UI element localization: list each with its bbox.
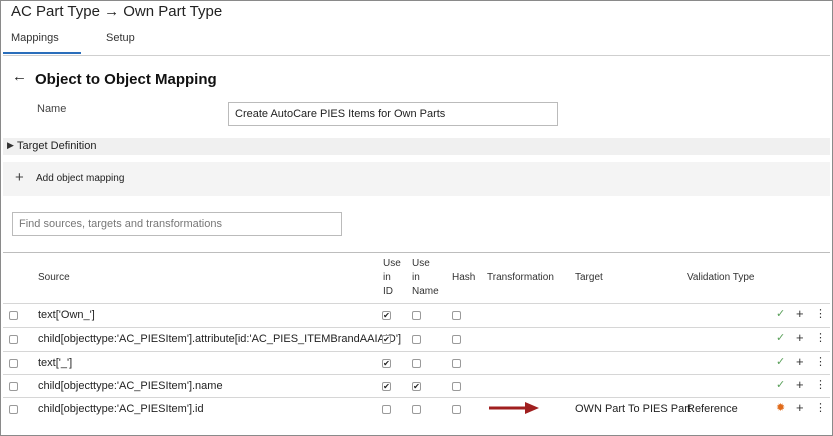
target-definition-toggle[interactable]: ▶ Target Definition bbox=[3, 138, 830, 155]
add-row-icon[interactable]: + bbox=[796, 306, 804, 321]
add-row-icon[interactable]: + bbox=[796, 400, 804, 415]
header-source: Source bbox=[38, 272, 70, 283]
table-row[interactable]: text['_'] ✔ ✓ + ⋮ bbox=[3, 351, 830, 374]
table-row[interactable]: child[objecttype:'AC_PIESItem'].attribut… bbox=[3, 327, 830, 350]
row-source: text['_'] bbox=[38, 357, 73, 369]
search-input[interactable] bbox=[12, 212, 342, 236]
back-arrow-icon[interactable]: ← bbox=[12, 68, 27, 85]
check-icon[interactable]: ✓ bbox=[776, 331, 785, 344]
use-in-id-checkbox[interactable]: ✔ bbox=[382, 359, 391, 368]
more-options-icon[interactable]: ⋮ bbox=[815, 401, 826, 414]
row-source: text['Own_'] bbox=[38, 309, 95, 321]
row-validation-type: Reference bbox=[687, 403, 738, 415]
table-row[interactable]: child[objecttype:'AC_PIESItem'].id OWN Pa… bbox=[3, 397, 830, 420]
use-in-name-checkbox[interactable]: ✔ bbox=[412, 382, 421, 391]
table-row[interactable]: text['Own_'] ✔ ✓ + ⋮ bbox=[3, 303, 830, 326]
row-select-checkbox[interactable] bbox=[9, 359, 18, 368]
use-in-id-checkbox[interactable]: ✔ bbox=[382, 335, 391, 344]
table-top-border bbox=[3, 252, 830, 253]
warning-icon[interactable]: ✹ bbox=[776, 401, 785, 414]
use-in-id-checkbox[interactable]: ✔ bbox=[382, 382, 391, 391]
row-source: child[objecttype:'AC_PIESItem'].name bbox=[38, 380, 223, 392]
row-select-checkbox[interactable] bbox=[9, 382, 18, 391]
hash-checkbox[interactable] bbox=[452, 405, 461, 414]
row-select-checkbox[interactable] bbox=[9, 405, 18, 414]
more-options-icon[interactable]: ⋮ bbox=[815, 307, 826, 320]
hash-checkbox[interactable] bbox=[452, 311, 461, 320]
target-definition-label: Target Definition bbox=[17, 140, 97, 152]
use-in-name-checkbox[interactable] bbox=[412, 405, 421, 414]
header-validation-type: Validation Type bbox=[687, 272, 755, 283]
add-object-mapping-label: Add object mapping bbox=[36, 173, 125, 184]
active-tab-indicator bbox=[3, 52, 81, 54]
check-icon[interactable]: ✓ bbox=[776, 307, 785, 320]
row-source: child[objecttype:'AC_PIESItem'].id bbox=[38, 403, 204, 415]
table-row[interactable]: child[objecttype:'AC_PIESItem'].name ✔ ✔ ✓ +… bbox=[3, 374, 830, 397]
hash-checkbox[interactable] bbox=[452, 335, 461, 344]
hash-checkbox[interactable] bbox=[452, 359, 461, 368]
tab-divider bbox=[3, 55, 830, 56]
tab-setup[interactable]: Setup bbox=[106, 32, 135, 44]
name-label: Name bbox=[37, 103, 67, 115]
hash-checkbox[interactable] bbox=[452, 382, 461, 391]
row-select-checkbox[interactable] bbox=[9, 311, 18, 320]
header-target: Target bbox=[575, 272, 603, 283]
more-options-icon[interactable]: ⋮ bbox=[815, 331, 826, 344]
row-target: OWN Part To PIES Part bbox=[575, 403, 691, 415]
tab-mappings[interactable]: Mappings bbox=[11, 32, 59, 44]
add-row-icon[interactable]: + bbox=[796, 330, 804, 345]
header-use-in-name: Use in Name bbox=[412, 258, 439, 297]
row-select-checkbox[interactable] bbox=[9, 335, 18, 344]
expand-triangle-icon: ▶ bbox=[7, 140, 14, 150]
more-options-icon[interactable]: ⋮ bbox=[815, 378, 826, 391]
use-in-name-checkbox[interactable] bbox=[412, 311, 421, 320]
use-in-name-checkbox[interactable] bbox=[412, 359, 421, 368]
check-icon[interactable]: ✓ bbox=[776, 378, 785, 391]
plus-icon: + bbox=[15, 169, 24, 186]
check-icon[interactable]: ✓ bbox=[776, 355, 785, 368]
page-header-title: AC Part Type → Own Part Type bbox=[11, 3, 223, 20]
transformation-arrow-icon bbox=[489, 402, 539, 414]
header-use-in-id: Use in ID bbox=[383, 258, 401, 297]
use-in-name-checkbox[interactable] bbox=[412, 335, 421, 344]
add-row-icon[interactable]: + bbox=[796, 377, 804, 392]
header-transformation: Transformation bbox=[487, 272, 554, 283]
name-field[interactable]: Create AutoCare PIES Items for Own Parts bbox=[228, 102, 558, 126]
more-options-icon[interactable]: ⋮ bbox=[815, 355, 826, 368]
use-in-id-checkbox[interactable]: ✔ bbox=[382, 311, 391, 320]
add-object-mapping-button[interactable]: + Add object mapping bbox=[3, 162, 830, 196]
use-in-id-checkbox[interactable] bbox=[382, 405, 391, 414]
row-source: child[objecttype:'AC_PIESItem'].attribut… bbox=[38, 333, 402, 345]
page-title: Object to Object Mapping bbox=[35, 71, 217, 88]
header-hash: Hash bbox=[452, 272, 476, 283]
add-row-icon[interactable]: + bbox=[796, 354, 804, 369]
